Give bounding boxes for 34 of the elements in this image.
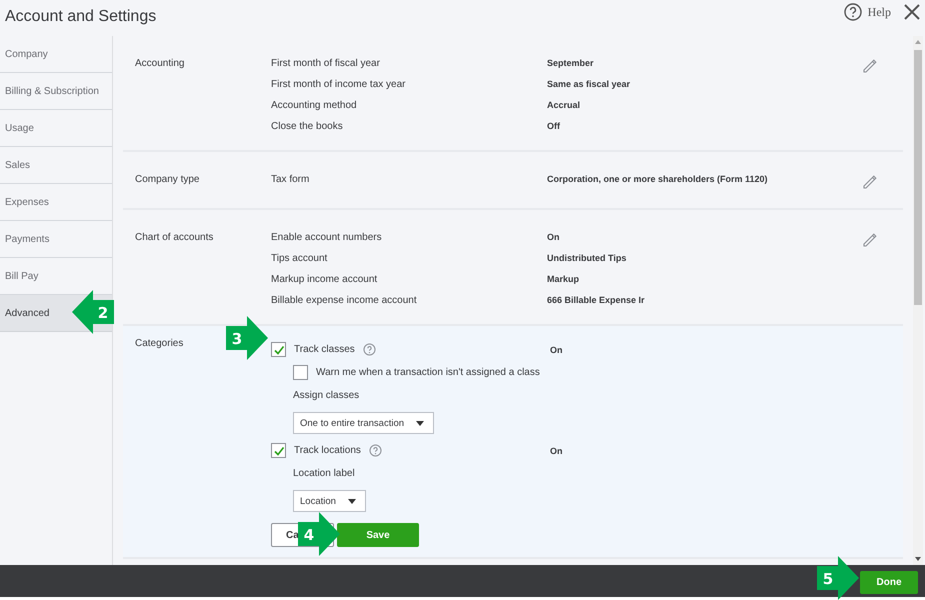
setting-label: Tips account (271, 253, 328, 264)
setting-value: 666 Billable Expense Ir (547, 295, 646, 306)
window-title: Account and Settings (5, 8, 156, 26)
setting-value: Same as fiscal year (547, 79, 632, 90)
setting-value: Markup (547, 274, 580, 285)
setting-label: Accounting method (271, 100, 358, 111)
setting-label: Enable account numbers (271, 232, 383, 243)
setting-value: September (547, 58, 595, 69)
setting-value: On (550, 446, 564, 456)
setting-label: First month of fiscal year (271, 58, 381, 69)
setting-value: On (550, 344, 564, 354)
setting-label: Tax form (271, 174, 310, 185)
callout-tooltip: 3 (226, 316, 268, 360)
checkbox-label: Track locations (294, 445, 361, 456)
setting-value: On (547, 232, 560, 243)
setting-label: Billable expense income account (271, 295, 418, 306)
setting-label: Markup income account (271, 274, 378, 285)
checkbox-label: Track classes (294, 344, 355, 355)
section-title: Categories (135, 338, 184, 349)
callout-tooltip: 2 (72, 290, 114, 334)
setting-label: First month of income tax year (271, 79, 406, 90)
section-title: Chart of accounts (135, 232, 214, 243)
section-title: Accounting (135, 58, 184, 69)
setting-label: Close the books (271, 121, 344, 132)
callout-tooltip: 5 (817, 556, 859, 600)
checkbox-label: Warn me when a transaction isn't assigned a class (316, 367, 540, 378)
setting-value: Off (547, 121, 561, 132)
setting-value: Corporation, one or more shareholders (Form 1120) (547, 174, 769, 185)
callout-tooltip: 4 (298, 512, 340, 556)
section-title: Company type (135, 174, 200, 185)
setting-value: Accrual (547, 100, 582, 111)
field-label: Assign classes (293, 390, 360, 401)
setting-value: Undistributed Tips (547, 253, 628, 264)
field-label: Location label (293, 468, 355, 479)
